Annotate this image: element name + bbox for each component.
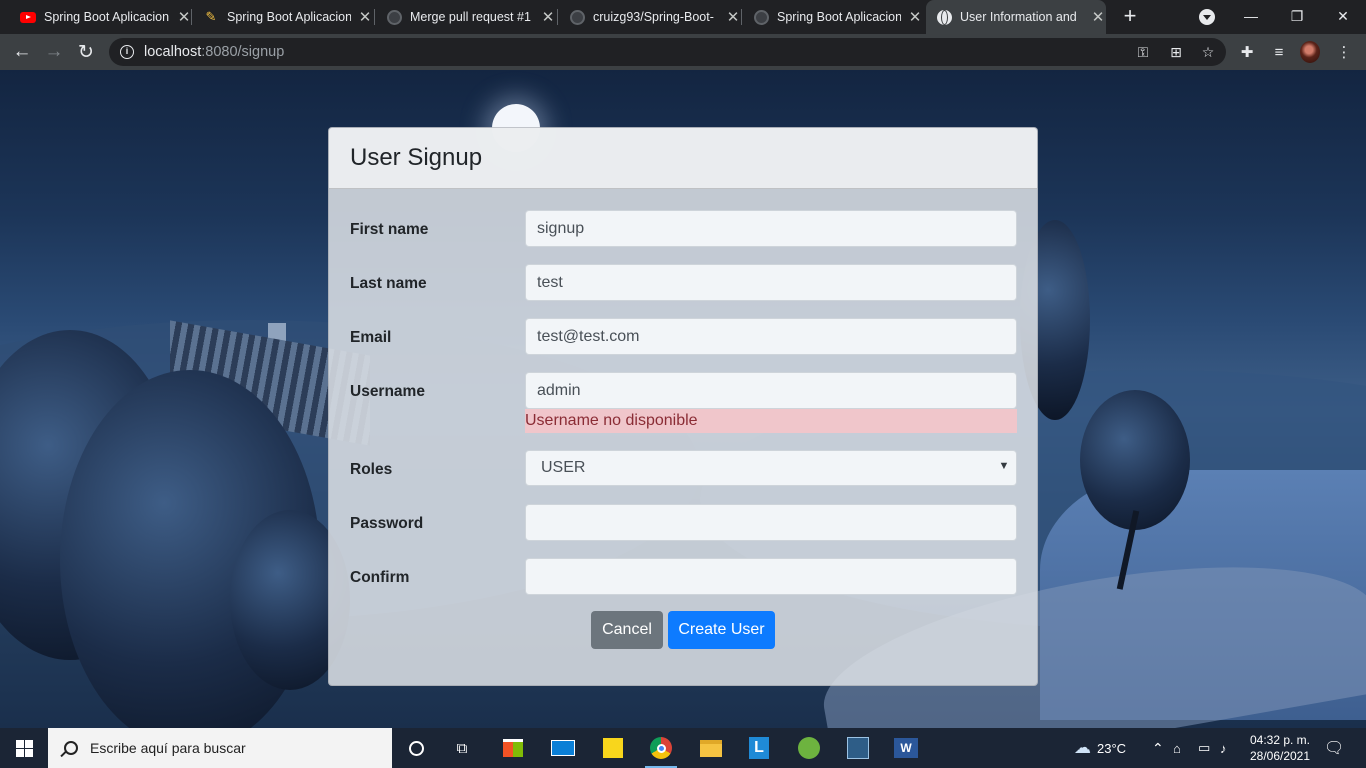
github-icon bbox=[569, 9, 585, 25]
windows-taskbar: Escribe aquí para buscar ⧉ L W ☁ 23°C ⌃ … bbox=[0, 728, 1366, 768]
tab-divider bbox=[557, 9, 558, 25]
tab-title: Spring Boot Aplicacion bbox=[777, 10, 901, 24]
translate-icon[interactable]: ⊞ bbox=[1167, 44, 1185, 60]
card-header: User Signup bbox=[329, 128, 1037, 189]
file-explorer-icon[interactable] bbox=[689, 728, 733, 768]
sticky-notes-icon[interactable] bbox=[591, 728, 635, 768]
tray-overflow-icon[interactable]: ⌃ bbox=[1152, 728, 1164, 768]
email-input[interactable] bbox=[525, 318, 1017, 355]
spring-tool-icon[interactable] bbox=[787, 728, 831, 768]
create-user-button[interactable]: Create User bbox=[668, 611, 775, 649]
last-name-input[interactable] bbox=[525, 264, 1017, 301]
close-tab-icon[interactable]: ✕ bbox=[540, 8, 556, 26]
network-icon[interactable]: ⌂ bbox=[1173, 728, 1181, 768]
task-view-icon[interactable]: ⧉ bbox=[440, 728, 484, 768]
tab-title: Spring Boot Aplicacion bbox=[44, 10, 170, 24]
app-l-icon[interactable]: L bbox=[737, 728, 781, 768]
chevron-down-icon: ▼ bbox=[998, 460, 1010, 472]
page-title: User Signup bbox=[350, 144, 483, 171]
tab-title: cruizg93/Spring-Boot- bbox=[593, 10, 714, 24]
signup-card: User Signup First name Last name Email U… bbox=[328, 127, 1038, 686]
site-info-icon[interactable]: i bbox=[120, 45, 134, 59]
username-label: Username bbox=[350, 383, 425, 400]
browser-tab[interactable]: ✎ Spring Boot Aplicacion ✕ bbox=[193, 0, 373, 34]
tab-divider bbox=[191, 9, 192, 25]
close-tab-icon[interactable]: ✕ bbox=[1090, 8, 1106, 26]
tab-search-icon[interactable] bbox=[1199, 9, 1215, 25]
browser-tab[interactable]: Spring Boot Aplicacion ✕ bbox=[743, 0, 923, 34]
back-icon[interactable]: ← bbox=[8, 38, 36, 66]
windows-start-icon[interactable] bbox=[16, 740, 33, 757]
cortana-icon[interactable] bbox=[394, 728, 438, 768]
globe-icon bbox=[936, 9, 952, 25]
password-input[interactable] bbox=[525, 504, 1017, 541]
close-window-icon[interactable]: ✕ bbox=[1320, 0, 1366, 32]
browser-toolbar: ← → ↻ i localhost:8080/signup ⚿ ⊞ ☆ ✚ ≡ … bbox=[0, 34, 1366, 70]
youtube-icon bbox=[20, 9, 36, 25]
media-control-icon[interactable]: ≡ bbox=[1269, 41, 1289, 63]
search-icon bbox=[64, 741, 78, 755]
tab-title: Spring Boot Aplicacion bbox=[227, 10, 351, 24]
browser-tab[interactable]: cruizg93/Spring-Boot- ✕ bbox=[559, 0, 741, 34]
notifications-icon[interactable]: 🗨 bbox=[1324, 728, 1344, 768]
database-workbench-icon[interactable] bbox=[836, 728, 880, 768]
chrome-icon[interactable] bbox=[639, 728, 683, 768]
extensions-icon[interactable]: ✚ bbox=[1237, 41, 1257, 63]
clock-date: 28/06/2021 bbox=[1249, 749, 1311, 763]
clock-time: 04:32 p. m. bbox=[1249, 733, 1311, 747]
roles-select[interactable]: USER ▼ bbox=[525, 450, 1017, 486]
confirm-label: Confirm bbox=[350, 569, 410, 586]
username-error-message: Username no disponible bbox=[525, 409, 1017, 433]
taskbar-search-box[interactable]: Escribe aquí para buscar bbox=[48, 728, 392, 768]
cloud-icon: ☁ bbox=[1074, 738, 1091, 757]
minimize-window-icon[interactable]: — bbox=[1228, 0, 1274, 32]
tab-title: Merge pull request #1 bbox=[410, 10, 531, 24]
url-text: localhost:8080/signup bbox=[144, 44, 285, 60]
volume-icon[interactable]: ♪ bbox=[1220, 728, 1227, 768]
restore-window-icon[interactable]: ❐ bbox=[1274, 0, 1320, 32]
tab-title: User Information and bbox=[960, 10, 1077, 24]
first-name-label: First name bbox=[350, 221, 429, 238]
new-tab-button[interactable]: + bbox=[1119, 5, 1141, 29]
last-name-label: Last name bbox=[350, 275, 427, 292]
cancel-button[interactable]: Cancel bbox=[591, 611, 663, 649]
browser-tab-active[interactable]: User Information and ✕ bbox=[926, 0, 1106, 34]
taskbar-search-placeholder: Escribe aquí para buscar bbox=[90, 740, 246, 756]
weather-widget[interactable]: ☁ 23°C bbox=[1074, 728, 1126, 768]
menu-kebab-icon[interactable]: ⋮ bbox=[1334, 41, 1354, 63]
roles-label: Roles bbox=[350, 461, 393, 478]
taskbar-clock[interactable]: 04:32 p. m. 28/06/2021 bbox=[1240, 732, 1320, 764]
browser-tab[interactable]: Spring Boot Aplicacion ✕ bbox=[10, 0, 192, 34]
close-tab-icon[interactable]: ✕ bbox=[907, 8, 923, 26]
bookmark-star-icon[interactable]: ☆ bbox=[1199, 44, 1217, 60]
address-bar[interactable]: i localhost:8080/signup ⚿ ⊞ ☆ bbox=[109, 38, 1226, 66]
username-input[interactable] bbox=[525, 372, 1017, 409]
email-label: Email bbox=[350, 329, 392, 346]
github-icon bbox=[386, 9, 402, 25]
first-name-input[interactable] bbox=[525, 210, 1017, 247]
word-icon[interactable]: W bbox=[884, 728, 928, 768]
profile-avatar[interactable] bbox=[1300, 41, 1320, 63]
close-tab-icon[interactable]: ✕ bbox=[176, 8, 192, 26]
pencil-logo-icon: ✎ bbox=[205, 9, 217, 24]
mail-icon[interactable] bbox=[541, 728, 585, 768]
tree-shape bbox=[1080, 390, 1190, 530]
close-tab-icon[interactable]: ✕ bbox=[357, 8, 373, 26]
tab-divider bbox=[741, 9, 742, 25]
key-icon[interactable]: ⚿ bbox=[1134, 44, 1152, 60]
github-icon bbox=[753, 9, 769, 25]
roles-selected-value: USER bbox=[541, 459, 586, 476]
confirm-password-input[interactable] bbox=[525, 558, 1017, 595]
password-label: Password bbox=[350, 515, 424, 532]
tab-divider bbox=[374, 9, 375, 25]
browser-tab[interactable]: Merge pull request #1 ✕ bbox=[376, 0, 556, 34]
display-icon[interactable]: ▭ bbox=[1198, 728, 1210, 768]
forward-icon[interactable]: → bbox=[40, 38, 68, 66]
browser-tab-strip: Spring Boot Aplicacion ✕ ✎ Spring Boot A… bbox=[0, 0, 1366, 34]
close-tab-icon[interactable]: ✕ bbox=[725, 8, 741, 26]
weather-temperature: 23°C bbox=[1097, 740, 1127, 756]
store-icon[interactable] bbox=[491, 728, 535, 768]
reload-icon[interactable]: ↻ bbox=[72, 38, 100, 66]
